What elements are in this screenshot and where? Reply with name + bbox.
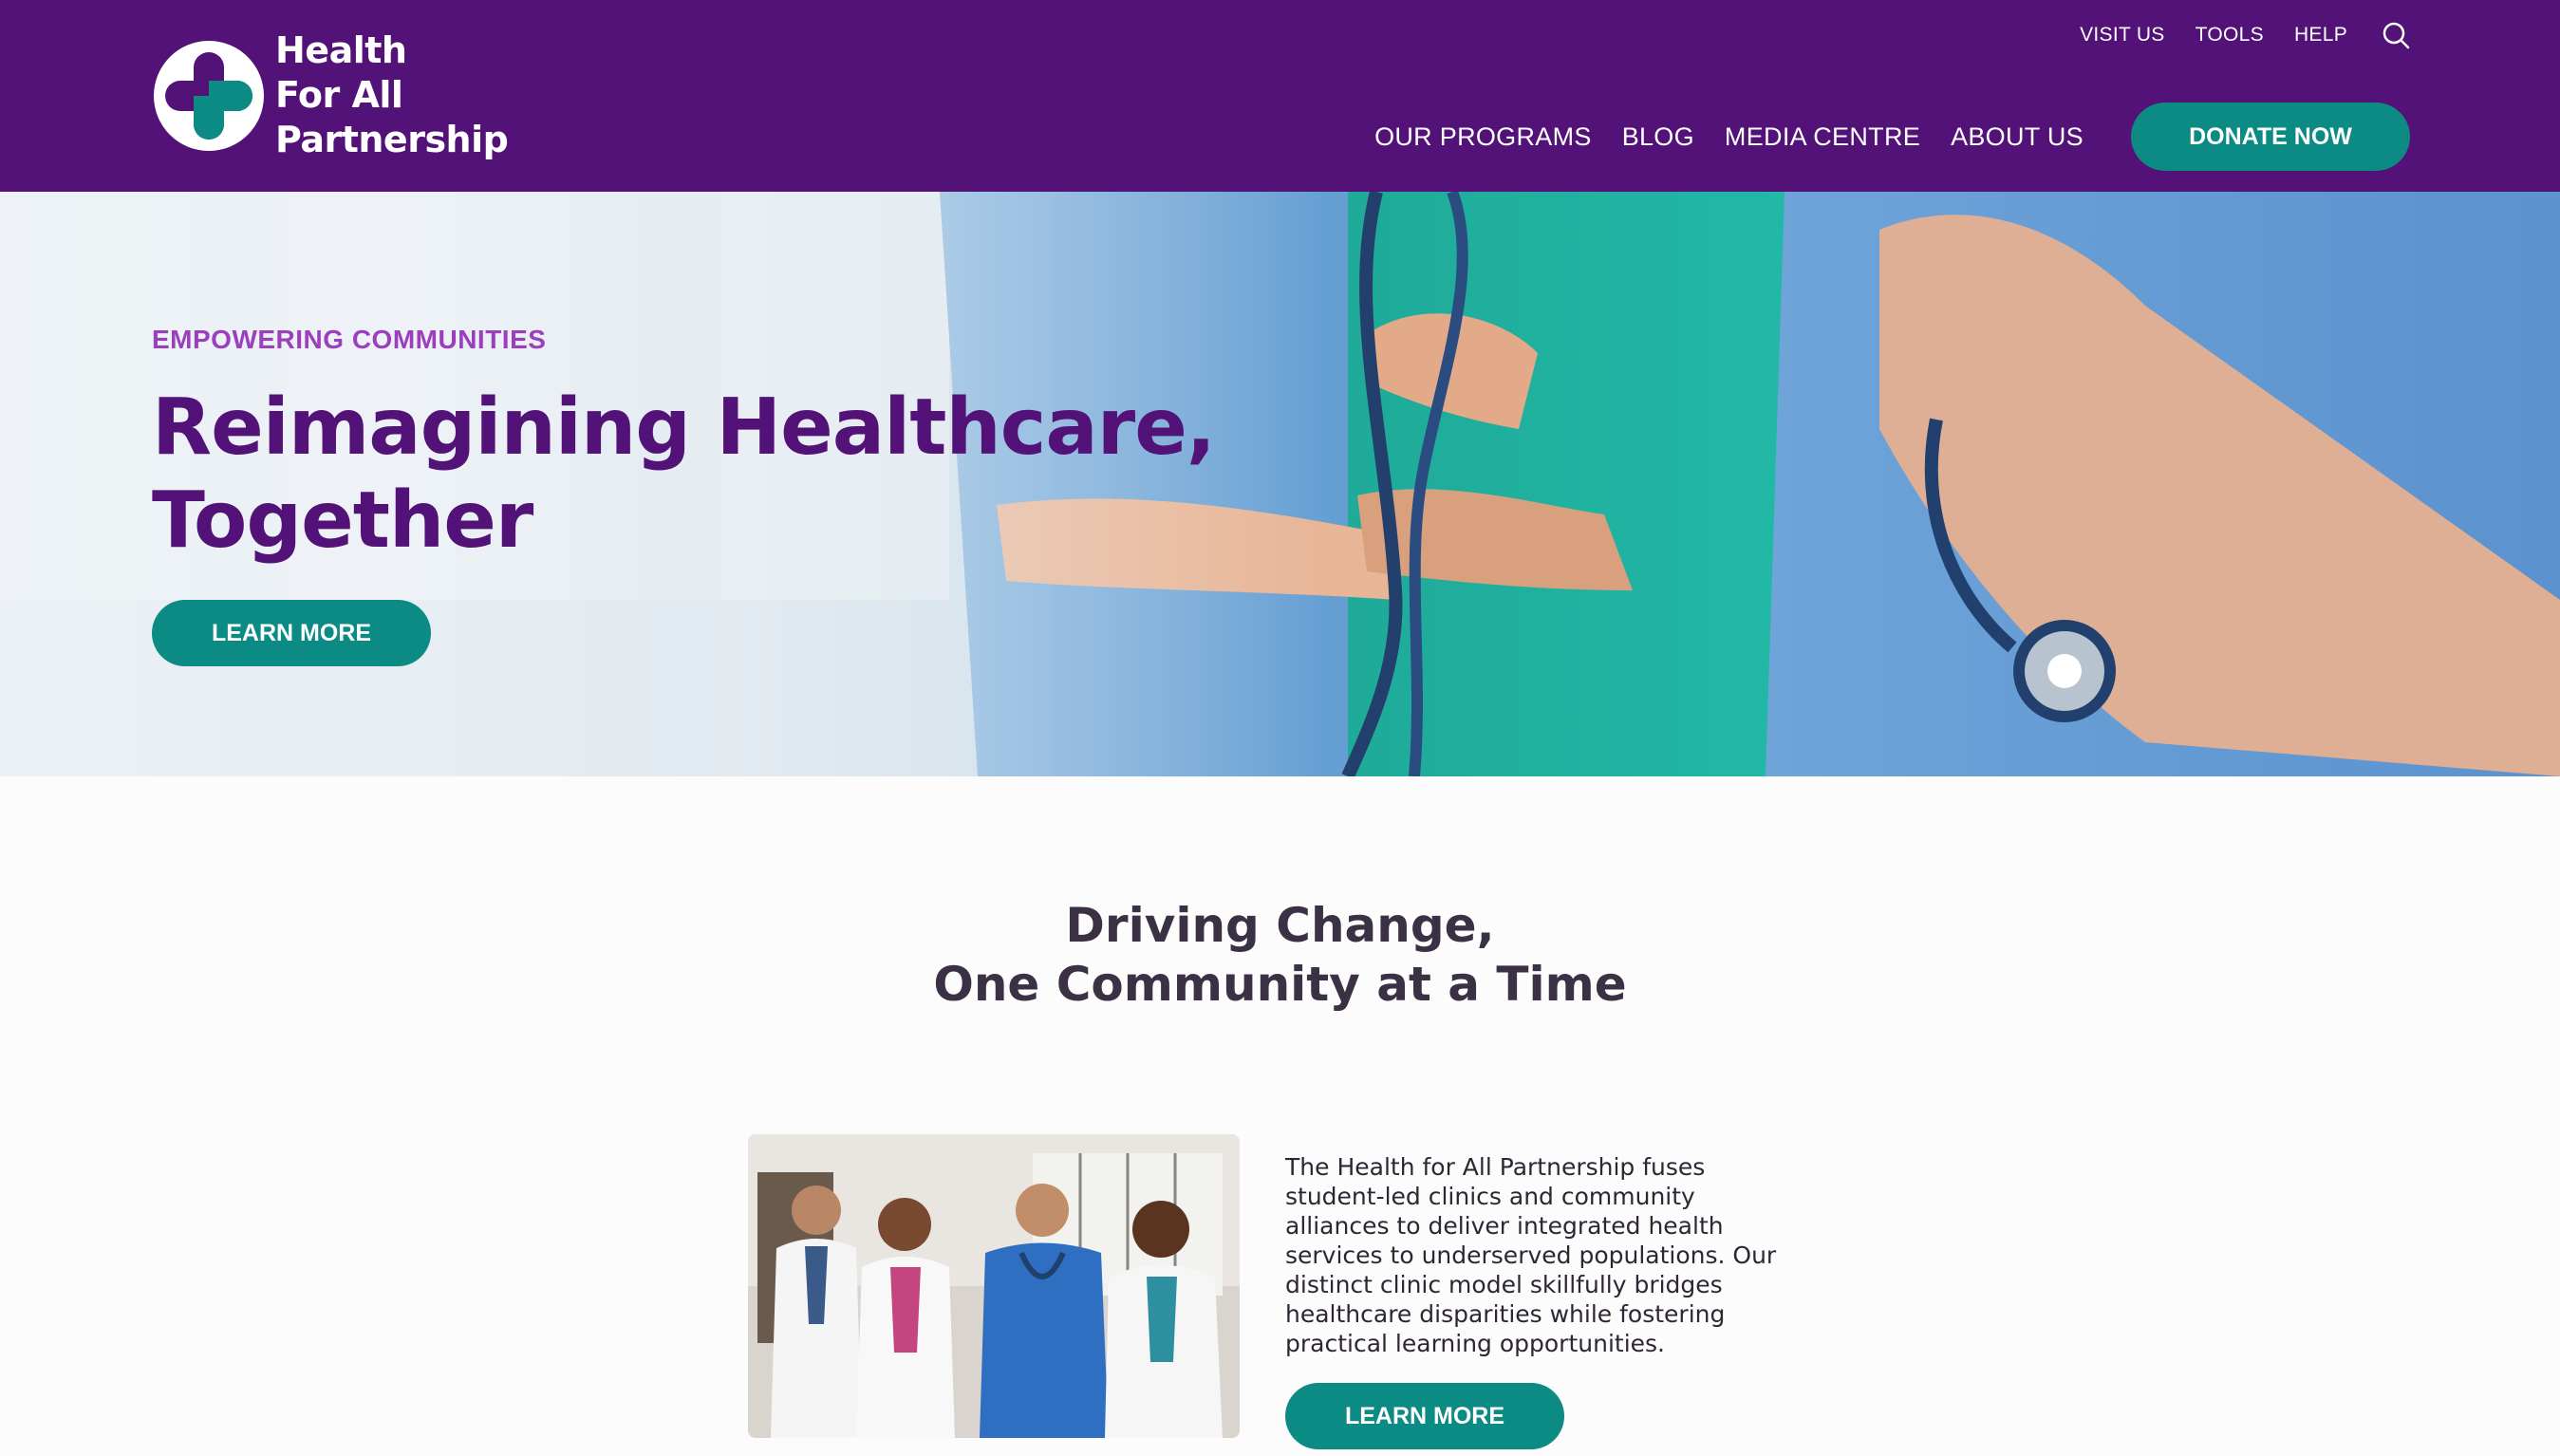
utility-link-help[interactable]: HELP <box>2294 24 2347 47</box>
hero-banner: EMPOWERING COMMUNITIES Reimagining Healt… <box>0 192 2560 776</box>
logo-line: Partnership <box>275 119 509 160</box>
intro-body-line: practical learning opportunities. <box>1285 1330 1665 1357</box>
intro-title: Driving Change, One Community at a Time <box>0 896 2560 1014</box>
site-header: Health For All Partnership VISIT US TOOL… <box>0 0 2560 192</box>
nav-media-centre[interactable]: MEDIA CENTRE <box>1725 122 1920 152</box>
intro-body-line: alliances to deliver integrated health <box>1285 1212 1724 1240</box>
hero-learn-more-button[interactable]: LEARN MORE <box>152 600 431 666</box>
medical-cross-icon <box>154 40 264 151</box>
intro-body-line: distinct clinic model skillfully bridges <box>1285 1271 1723 1298</box>
hero-title: Reimagining Healthcare, Together <box>152 382 1216 568</box>
utility-link-visit-us[interactable]: VISIT US <box>2080 24 2165 47</box>
hero-title-line: Together <box>152 476 533 566</box>
intro-body-line: services to underserved populations. Our <box>1285 1241 1777 1269</box>
intro-title-line: Driving Change, <box>1065 898 1495 953</box>
intro-body-line: student-led clinics and community <box>1285 1183 1695 1210</box>
intro-body-line: The Health for All Partnership fuses <box>1285 1153 1706 1181</box>
intro-learn-more-button[interactable]: LEARN MORE <box>1285 1383 1564 1449</box>
logo-line: For All <box>275 74 403 116</box>
site-logo[interactable]: Health For All Partnership <box>152 28 509 162</box>
hero-eyebrow: EMPOWERING COMMUNITIES <box>152 325 547 354</box>
intro-body-line: healthcare disparities while fostering <box>1285 1300 1726 1328</box>
nav-about-us[interactable]: ABOUT US <box>1951 122 2084 152</box>
intro-body: The Health for All Partnership fuses stu… <box>1285 1152 1845 1358</box>
utility-nav: VISIT US TOOLS HELP <box>2080 21 2410 49</box>
hero-title-line: Reimagining Healthcare, <box>152 383 1216 473</box>
team-photo-image <box>748 1134 1240 1438</box>
team-photo <box>748 1134 1240 1438</box>
logo-line: Health <box>275 29 407 71</box>
logo-wordmark: Health For All Partnership <box>275 28 509 162</box>
intro-title-line: One Community at a Time <box>933 957 1627 1012</box>
nav-blog[interactable]: BLOG <box>1622 122 1694 152</box>
search-icon[interactable] <box>2382 21 2410 49</box>
nav-our-programs[interactable]: OUR PROGRAMS <box>1374 122 1592 152</box>
donate-now-button[interactable]: DONATE NOW <box>2131 103 2410 171</box>
utility-link-tools[interactable]: TOOLS <box>2196 24 2264 47</box>
main-nav: OUR PROGRAMS BLOG MEDIA CENTRE ABOUT US … <box>1374 103 2410 171</box>
